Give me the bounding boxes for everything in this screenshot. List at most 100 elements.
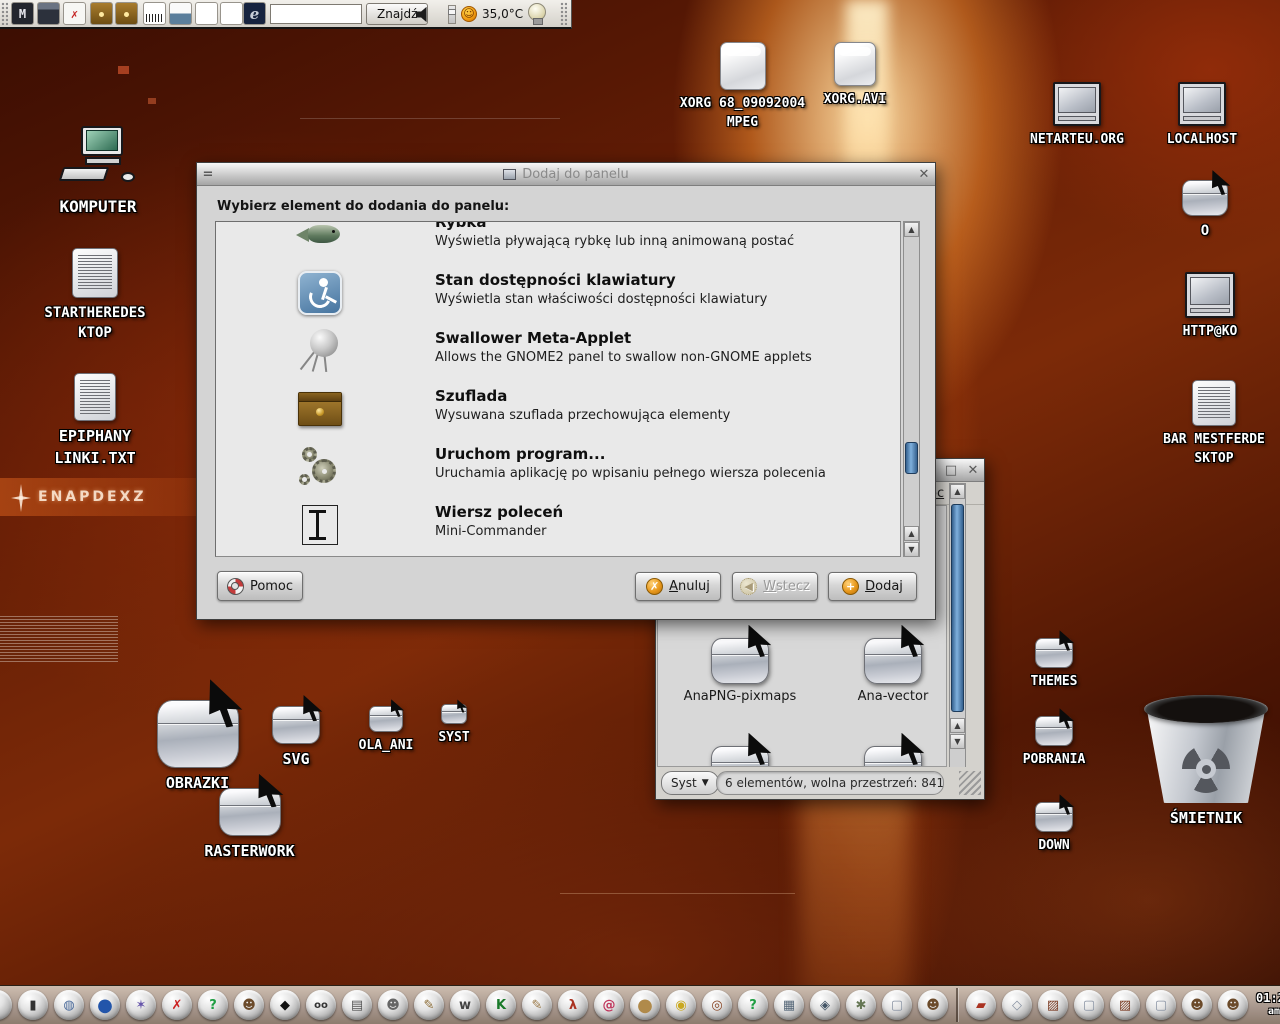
drawer-applet-icon[interactable] xyxy=(115,2,138,25)
desktop-icon-xorg-avi[interactable]: XORG.AVI xyxy=(800,42,910,110)
desktop-icon-svg[interactable]: SVG xyxy=(250,706,342,771)
launcher-cd-burner-icon[interactable]: ◉ xyxy=(666,990,696,1020)
launcher-edge-left[interactable] xyxy=(0,990,12,1020)
lightbulb-icon[interactable] xyxy=(528,3,546,21)
weather-smiley-icon[interactable]: ☺ xyxy=(461,6,477,22)
list-item-uruchom[interactable]: Uruchom program...Uruchamia aplikację po… xyxy=(216,438,900,496)
scroll-up-icon[interactable]: ▲ xyxy=(904,526,919,541)
launcher-inkscape-icon[interactable]: ◆ xyxy=(270,990,300,1020)
launcher-eyes-icon[interactable]: oo xyxy=(306,990,336,1020)
close-button[interactable]: ✕ xyxy=(962,463,984,478)
zoom-dropdown[interactable]: Syst▼ xyxy=(661,771,719,795)
scroll-down-icon[interactable]: ▼ xyxy=(950,734,965,749)
desktop-icon-smietnik[interactable]: ŚMIETNIK xyxy=(1136,695,1276,830)
scrollbar-thumb[interactable] xyxy=(905,442,918,474)
list-item-swallower[interactable]: Swallower Meta-AppletAllows the GNOME2 p… xyxy=(216,322,900,380)
file-item-anavector[interactable]: Ana-vector xyxy=(835,638,947,704)
launcher-gimp-icon[interactable]: ☻ xyxy=(234,990,264,1020)
launcher-epiphany-icon[interactable]: e xyxy=(243,2,266,25)
desktop-icon-o[interactable]: O xyxy=(1175,180,1235,241)
launcher-notes-icon[interactable]: ✎ xyxy=(414,990,444,1020)
file-item-partial[interactable] xyxy=(682,746,798,767)
list-item-rybka[interactable]: RybkaWyświetla pływającą rybkę lub inną … xyxy=(216,221,900,264)
add-button[interactable]: +Dodaj xyxy=(828,572,917,601)
dialog-scrollbar[interactable]: ▲ ▲ ▼ xyxy=(903,221,920,557)
window-menu-icon[interactable]: = xyxy=(197,167,219,182)
launcher-gimp-3-icon[interactable]: ☻ xyxy=(1182,990,1212,1020)
launcher-planet-icon[interactable]: ● xyxy=(630,990,660,1020)
launcher-bucket-icon[interactable]: ◇ xyxy=(1002,990,1032,1020)
desktop-icon-httpko[interactable]: HTTP@KO xyxy=(1158,272,1262,342)
panel-drag-handle[interactable] xyxy=(1,2,8,25)
launcher-blank-icon[interactable] xyxy=(195,2,218,25)
desktop-icon-localhost[interactable]: LOCALHOST xyxy=(1143,82,1261,150)
dialog-titlebar[interactable]: = Dodaj do panelu ✕ xyxy=(197,163,935,186)
launcher-folder-2-icon[interactable]: ▢ xyxy=(1074,990,1104,1020)
launcher-help-icon[interactable]: ? xyxy=(198,990,228,1020)
launcher-text-editor-icon[interactable]: ✎ xyxy=(522,990,552,1020)
launcher-gears-icon[interactable]: ✱ xyxy=(846,990,876,1020)
panel-drag-handle[interactable] xyxy=(560,2,567,25)
list-item-wiersz[interactable]: Wiersz poleceńMini-Commander xyxy=(216,496,900,554)
launcher-word-processor-icon[interactable]: w xyxy=(450,990,480,1020)
desktop-icon-syst[interactable]: SYST xyxy=(418,704,490,748)
launcher-gimp-4-icon[interactable]: ☻ xyxy=(1218,990,1248,1020)
desktop-icon-komputer[interactable]: KOMPUTER xyxy=(28,126,168,218)
launcher-barcode-icon[interactable] xyxy=(143,2,166,25)
file-window-scrollbar[interactable]: ▲ ▲ ▼ xyxy=(949,483,966,769)
scroll-down-icon[interactable]: ▼ xyxy=(904,542,919,557)
file-item-partial[interactable] xyxy=(835,746,947,767)
desktop-icon-netarteu[interactable]: NETARTEU.ORG xyxy=(1008,82,1146,150)
launcher-calculator-icon[interactable]: ▦ xyxy=(774,990,804,1020)
desktop-icon-bar-desktop[interactable]: BAR MESTFERDE SKTOP xyxy=(1148,380,1280,469)
launcher-kate-icon[interactable]: K xyxy=(486,990,516,1020)
launcher-gnome-splat-icon[interactable]: ✶ xyxy=(126,990,156,1020)
launcher-folder-3-icon[interactable]: ▢ xyxy=(1146,990,1176,1020)
list-item-accessibility[interactable]: Stan dostępności klawiaturyWyświetla sta… xyxy=(216,264,900,322)
scroll-up-icon[interactable]: ▲ xyxy=(950,484,965,499)
volume-slider[interactable] xyxy=(448,5,456,24)
help-button[interactable]: Pomoc xyxy=(217,571,303,601)
launcher-video-cd-icon[interactable]: ◎ xyxy=(702,990,732,1020)
scroll-up-icon[interactable]: ▲ xyxy=(904,222,919,237)
launcher-terminal-icon[interactable]: ▮ xyxy=(18,990,48,1020)
launcher-screenshot-2-icon[interactable]: ▨ xyxy=(1110,990,1140,1020)
launcher-web-browser-icon[interactable]: ◍ xyxy=(54,990,84,1020)
launcher-lyx-icon[interactable]: λ xyxy=(558,990,588,1020)
desktop-icon-pobrania[interactable]: POBRANIA xyxy=(1008,716,1100,770)
clock-applet[interactable]: 01:23 am xyxy=(1256,992,1280,1017)
cancel-button[interactable]: ✗Anuluj xyxy=(635,572,721,601)
launcher-help-2-icon[interactable]: ? xyxy=(738,990,768,1020)
launcher-screen-icon[interactable] xyxy=(37,2,60,25)
launcher-photo-app-icon[interactable]: ☻ xyxy=(378,990,408,1020)
launcher-gimp-2-icon[interactable]: ☻ xyxy=(918,990,948,1020)
launcher-panel-icon[interactable] xyxy=(169,2,192,25)
desktop-icon-epiphany-linki[interactable]: EPIPHANY LINKI.TXT xyxy=(20,373,170,470)
list-item-szuflada[interactable]: SzufladaWysuwana szuflada przechowująca … xyxy=(216,380,900,438)
launcher-folder-icon[interactable]: ▢ xyxy=(882,990,912,1020)
close-icon[interactable]: ✕ xyxy=(913,167,935,182)
launcher-globe-icon[interactable]: ● xyxy=(90,990,120,1020)
desktop-icon-starthere[interactable]: STARTHEREDES KTOP xyxy=(20,248,170,344)
desktop-icon-down[interactable]: DOWN xyxy=(1013,802,1095,856)
launcher-window-close-icon[interactable]: ✗ xyxy=(63,2,86,25)
scroll-up-icon[interactable]: ▲ xyxy=(950,718,965,733)
back-button[interactable]: ◀Wstecz xyxy=(732,572,818,601)
resize-grip[interactable] xyxy=(959,771,981,795)
launcher-screenshot-1-icon[interactable]: ▨ xyxy=(1038,990,1068,1020)
file-item-anapng[interactable]: AnaPNG-pixmaps xyxy=(682,638,798,704)
launcher-clipboard-icon[interactable]: ▰ xyxy=(966,990,996,1020)
launcher-blank-icon[interactable] xyxy=(220,2,243,25)
scrollbar-thumb[interactable] xyxy=(951,504,964,712)
search-input[interactable] xyxy=(270,4,362,24)
launcher-screenshot-tool-icon[interactable]: ◈ xyxy=(810,990,840,1020)
launcher-draw-x-icon[interactable]: ✗ xyxy=(162,990,192,1020)
drawer-applet-icon[interactable] xyxy=(90,2,113,25)
launcher-debian-icon[interactable]: @ xyxy=(594,990,624,1020)
maximize-button[interactable]: □ xyxy=(940,463,962,478)
desktop-icon-rasterwork[interactable]: RASTERWORK xyxy=(172,788,327,863)
applet-list[interactable]: RybkaWyświetla pływającą rybkę lub inną … xyxy=(215,221,901,557)
desktop-icon-themes[interactable]: THEMES xyxy=(1013,638,1095,692)
launcher-m-app-icon[interactable]: M xyxy=(11,2,34,25)
launcher-document-viewer-icon[interactable]: ▤ xyxy=(342,990,372,1020)
